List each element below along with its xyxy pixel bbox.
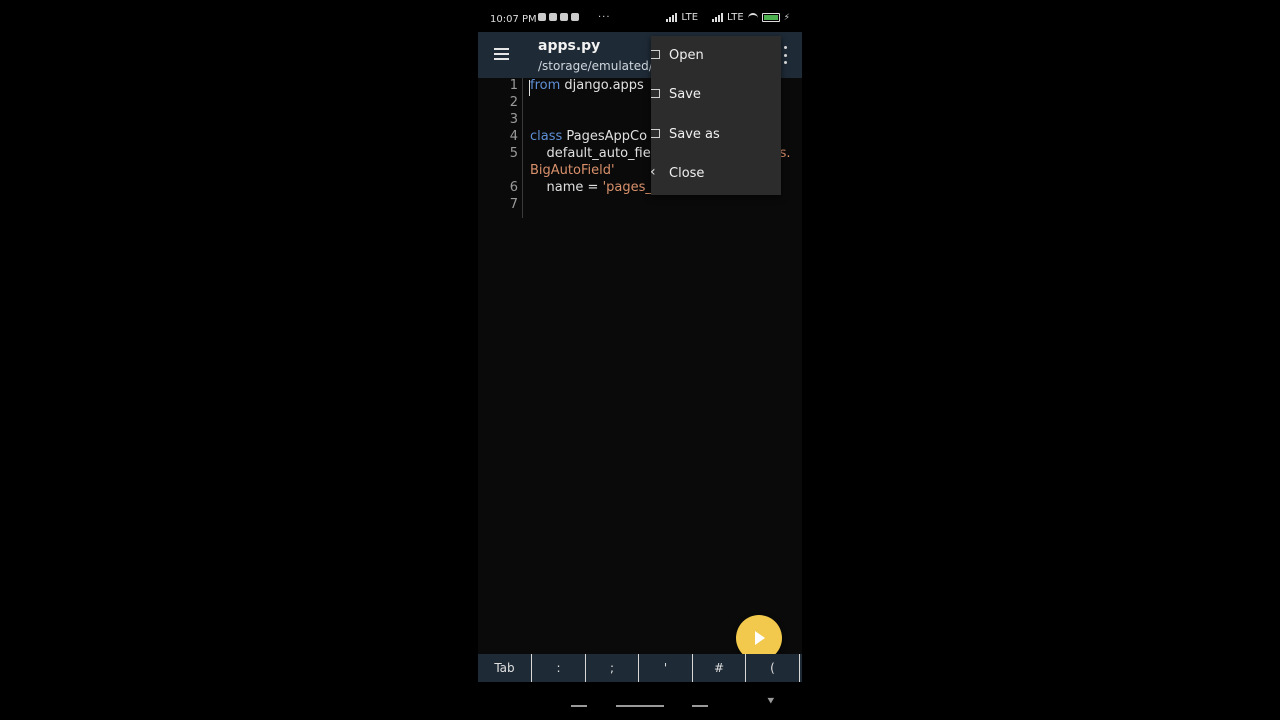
status-time: 10:07 PM: [490, 14, 537, 25]
wifi-icon: [747, 12, 758, 23]
keyword: from: [530, 78, 561, 93]
key-quote[interactable]: ': [639, 654, 693, 682]
messenger-icon: [549, 13, 557, 21]
system-nav-bar: ⯆: [478, 682, 802, 720]
menu-item-save-as[interactable]: Save as: [651, 115, 781, 154]
status-right: LTE LTE ⚡: [666, 12, 790, 23]
alarm-icon: [538, 13, 546, 21]
menu-item-label: Save as: [669, 127, 720, 142]
home-button[interactable]: [616, 705, 664, 707]
overflow-menu-icon[interactable]: [784, 46, 788, 64]
phone-screen: 10:07 PM ··· LTE LTE ⚡ apps.py /storage/…: [478, 0, 802, 720]
code-text: PagesAppCo: [562, 129, 648, 144]
line-number: 3: [509, 112, 518, 127]
back-button[interactable]: [692, 705, 708, 707]
file-title: apps.py: [538, 38, 601, 54]
code-text: django.apps: [560, 78, 644, 93]
hamburger-menu-icon[interactable]: [494, 48, 509, 60]
hide-keyboard-icon[interactable]: ⯆: [766, 694, 776, 709]
video-icon: [571, 13, 579, 21]
line-number: 4: [509, 129, 518, 144]
battery-icon: [761, 13, 780, 22]
open-icon: [651, 50, 660, 59]
menu-item-open[interactable]: Open: [651, 36, 781, 75]
signal-icon: [666, 13, 678, 22]
more-notifications-icon: ···: [598, 12, 611, 23]
menu-item-label: Close: [669, 166, 705, 181]
notification-icons: [538, 13, 579, 21]
line-number: 1: [509, 78, 518, 93]
code-line-6: name = 'pages_a: [530, 180, 660, 195]
menu-item-save[interactable]: Save: [651, 75, 781, 114]
network-type-2: LTE: [727, 12, 744, 23]
line-number: 2: [509, 95, 518, 110]
gutter-divider: [522, 78, 523, 218]
key-hash[interactable]: #: [693, 654, 746, 682]
save-icon: [651, 89, 660, 98]
menu-item-label: Open: [669, 48, 704, 63]
chevron-left-icon: ‹: [650, 164, 656, 180]
file-path: /storage/emulated/: [538, 59, 653, 73]
key-paren[interactable]: (: [746, 654, 800, 682]
line-number: 7: [509, 197, 518, 212]
keyword: class: [530, 129, 563, 144]
code-line-4: class PagesAppCo: [530, 129, 647, 144]
key-tab[interactable]: Tab: [478, 654, 532, 682]
overflow-dropdown-menu: Open Save Save as ‹ Close: [650, 36, 781, 195]
status-bar: 10:07 PM ··· LTE LTE ⚡: [478, 0, 802, 32]
youtube-icon: [560, 13, 568, 21]
save-as-icon: [651, 129, 660, 138]
extra-keys-bar: Tab : ; ' # (: [478, 654, 802, 682]
menu-item-close[interactable]: ‹ Close: [650, 154, 781, 193]
line-number: 5: [509, 146, 518, 161]
menu-item-label: Save: [669, 87, 701, 102]
charging-icon: ⚡: [783, 12, 790, 23]
recents-button[interactable]: [571, 705, 587, 707]
key-semicolon[interactable]: ;: [586, 654, 639, 682]
code-line-5: default_auto_fiel: [530, 146, 655, 161]
code-line-5-wrap: BigAutoField': [530, 163, 615, 178]
line-number: 6: [509, 180, 518, 195]
code-line-1: from django.apps: [530, 78, 644, 93]
play-icon: [755, 631, 765, 645]
network-type-1: LTE: [681, 12, 699, 23]
key-colon[interactable]: :: [532, 654, 586, 682]
signal-icon-2: [712, 13, 724, 22]
code-text: name =: [530, 180, 603, 195]
